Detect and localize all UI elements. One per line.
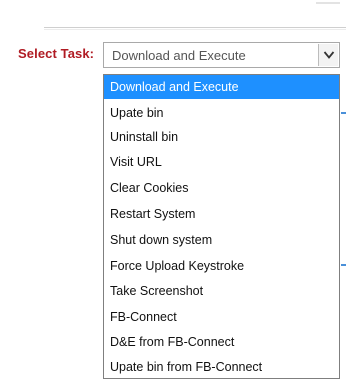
dropdown-toggle-button[interactable] — [318, 44, 338, 66]
task-select[interactable]: Download and Execute — [103, 42, 340, 68]
chevron-down-icon — [323, 51, 335, 59]
option-uninstall-bin[interactable]: Uninstall bin — [104, 125, 339, 149]
option-download-and-execute[interactable]: Download and Execute — [104, 75, 339, 99]
task-form: Select Task: Download and Execute Downlo… — [0, 0, 346, 381]
background-fragment — [341, 112, 346, 114]
option-de-from-fb-connect[interactable]: D&E from FB-Connect — [104, 330, 339, 354]
divider-shadow — [44, 29, 346, 30]
divider — [44, 27, 346, 28]
option-force-upload-keystroke[interactable]: Force Upload Keystroke — [104, 254, 339, 278]
option-take-screenshot[interactable]: Take Screenshot — [104, 279, 339, 303]
option-upate-bin[interactable]: Upate bin — [104, 101, 339, 125]
background-fragment — [316, 2, 340, 4]
task-select-value: Download and Execute — [112, 48, 246, 63]
option-clear-cookies[interactable]: Clear Cookies — [104, 176, 339, 200]
task-dropdown-list: Download and Execute Upate bin Uninstall… — [103, 74, 340, 379]
option-shut-down-system[interactable]: Shut down system — [104, 228, 339, 252]
option-visit-url[interactable]: Visit URL — [104, 150, 339, 174]
option-fb-connect[interactable]: FB-Connect — [104, 305, 339, 329]
option-upate-bin-from-fb-connect[interactable]: Upate bin from FB-Connect — [104, 355, 339, 379]
background-fragment — [341, 264, 346, 266]
select-task-label: Select Task: — [18, 46, 95, 61]
option-restart-system[interactable]: Restart System — [104, 202, 339, 226]
